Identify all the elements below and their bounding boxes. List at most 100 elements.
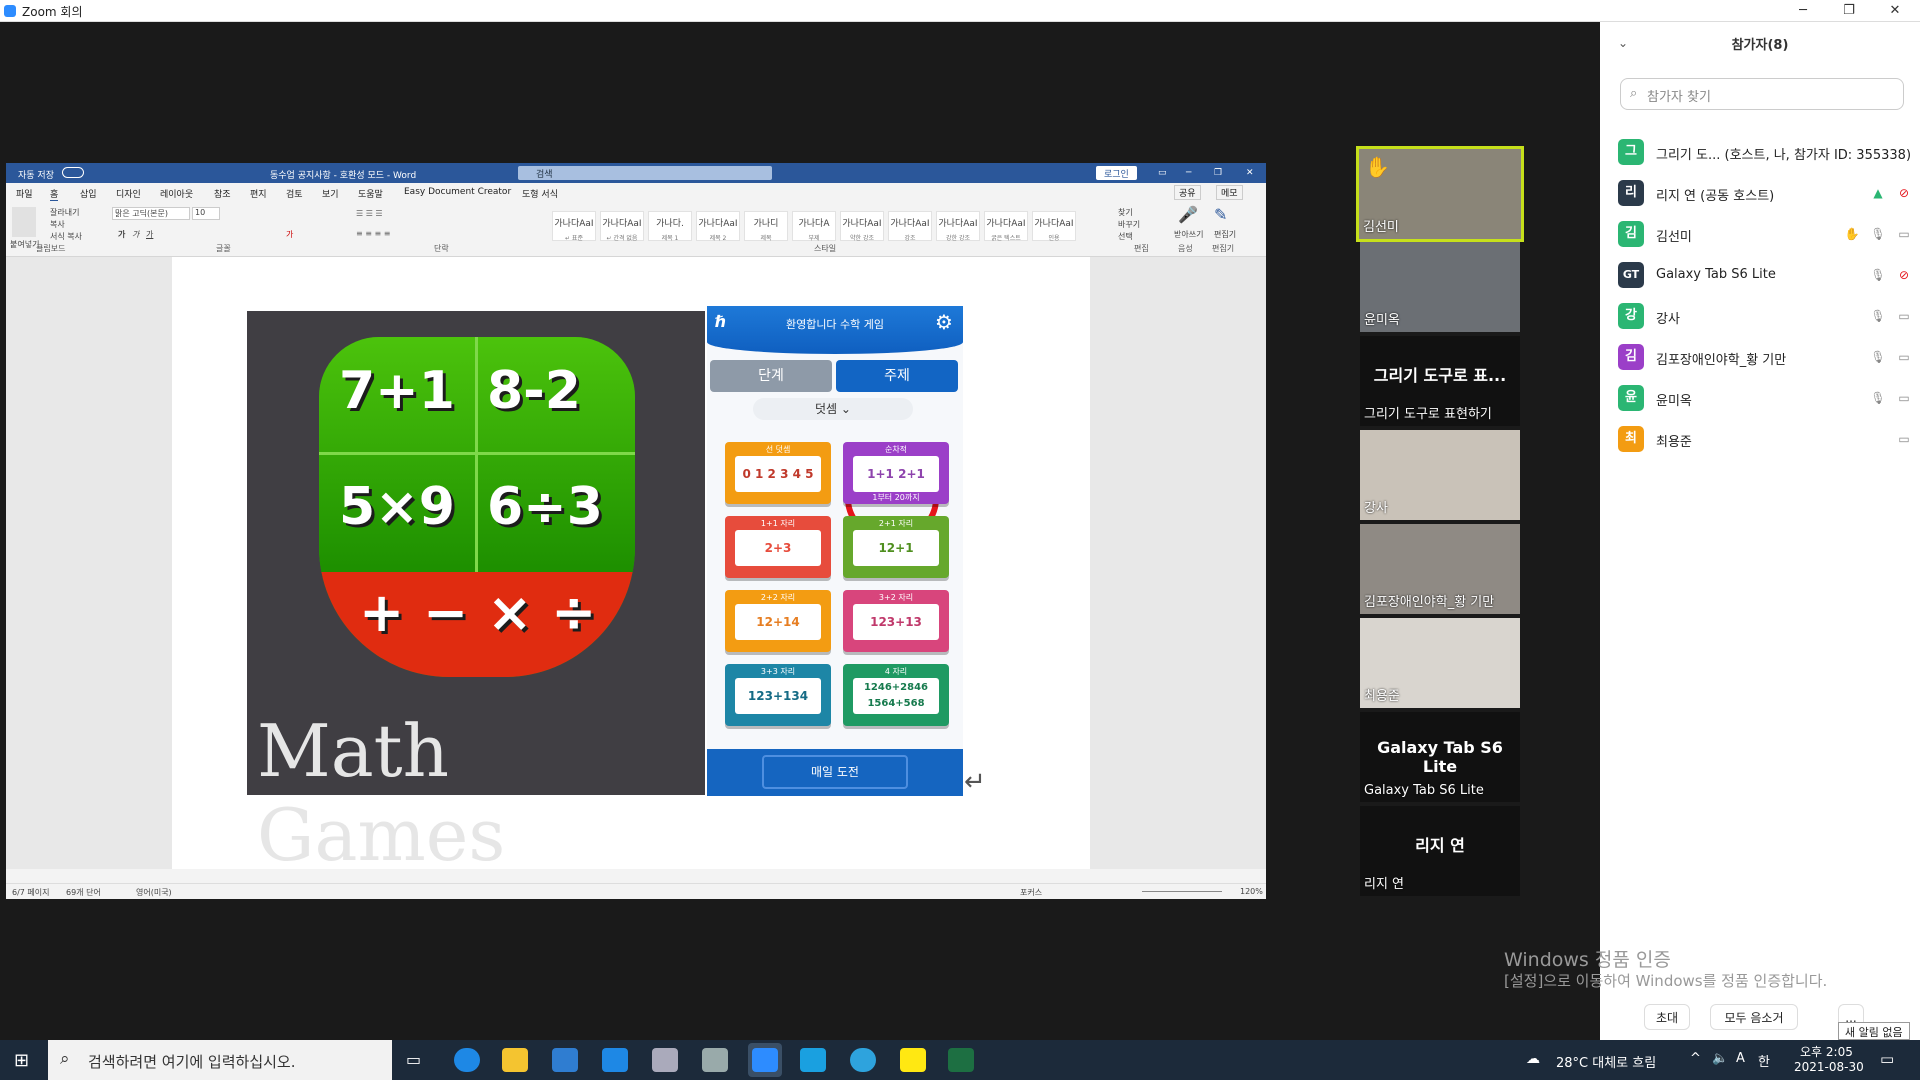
word-restore-button[interactable]: ❐ [1214, 168, 1222, 178]
tab-file[interactable]: 파일 [16, 187, 33, 200]
math-games-image[interactable]: 7+1 8-2 5×9 6÷3 + − × ÷ Math Games [247, 311, 705, 877]
style-item[interactable]: 가나다AaI 강조 [888, 211, 932, 242]
task-view-icon[interactable]: ▭ [406, 1050, 421, 1069]
app-icon[interactable] [702, 1048, 728, 1072]
video-off-icon[interactable]: ⊘ [1896, 267, 1912, 283]
tab-help[interactable]: 도움말 [358, 187, 383, 200]
replace-button[interactable]: 바꾸기 [1118, 219, 1140, 230]
participant-row[interactable]: 리 리지 연 (공동 호스트) ▲ ⊘ [1618, 173, 1918, 213]
kakaotalk-icon[interactable] [900, 1048, 926, 1072]
font-color-button[interactable]: 가 [286, 229, 293, 240]
cut-button[interactable]: 잘라내기 [50, 207, 79, 218]
font-size-select[interactable]: 10 [192, 207, 220, 220]
tab-references[interactable]: 참조 [214, 187, 231, 200]
app-icon[interactable] [652, 1048, 678, 1072]
restore-button[interactable]: ❐ [1826, 0, 1872, 22]
share-button[interactable]: 공유 [1174, 185, 1201, 200]
participant-search-input[interactable]: 참가자 찾기 [1620, 78, 1904, 110]
participant-row[interactable]: 김 김포장애인야학_황 기만 🎙 ▭ [1618, 337, 1918, 377]
edge-icon[interactable] [454, 1048, 480, 1072]
excel-icon[interactable] [948, 1048, 974, 1072]
tab-shape-format[interactable]: 도형 서식 [522, 187, 558, 200]
bullets-button[interactable]: ☰ ☰ ☰ [356, 209, 383, 218]
speaker-icon[interactable]: 🔈 [1712, 1051, 1728, 1066]
font-name-select[interactable]: 맑은 고딕(본문) [112, 207, 190, 220]
focus-button[interactable]: 포커스 [1020, 887, 1042, 898]
mic-icon[interactable]: 🎙 [1870, 226, 1886, 242]
style-item[interactable]: 가나다AaI 약한 강조 [840, 211, 884, 242]
video-off-icon[interactable]: ⊘ [1896, 185, 1912, 201]
participant-row[interactable]: 그 그리기 도... (호스트, 나, 참가자 ID: 355338) [1618, 132, 1918, 172]
style-item[interactable]: 가나다AaI ↵ 표준 [552, 211, 596, 242]
tab-layout[interactable]: 레이아웃 [160, 187, 193, 200]
mic-icon[interactable]: 🎙 [1870, 390, 1886, 406]
video-tile[interactable]: 강사 [1360, 430, 1520, 520]
video-tile[interactable]: ✋ 김선미 [1356, 146, 1524, 242]
mail-icon[interactable] [602, 1048, 628, 1072]
paste-icon[interactable] [12, 207, 36, 237]
mic-icon[interactable]: 🎙 [1870, 308, 1886, 324]
telegram-icon[interactable] [850, 1048, 876, 1072]
memo-button[interactable]: 메모 [1216, 185, 1243, 200]
hangul-indicator[interactable]: 한 [1758, 1051, 1770, 1070]
zoom-level[interactable]: 120% [1240, 887, 1263, 896]
style-item[interactable]: 가나다AaI 인용 [1032, 211, 1076, 242]
ime-indicator[interactable]: A [1736, 1051, 1745, 1066]
windows-start-icon[interactable]: ⊞ [14, 1050, 29, 1071]
tab-design[interactable]: 디자인 [116, 187, 141, 200]
participant-row[interactable]: 김 김선미 ✋ 🎙 ▭ [1618, 214, 1918, 254]
style-item[interactable]: 가나다. 제목 1 [648, 211, 692, 242]
video-icon[interactable]: ▭ [1896, 431, 1912, 447]
style-item[interactable]: 가나다AaI ↵ 간격 없음 [600, 211, 644, 242]
participant-row[interactable]: 윤 윤미옥 🎙 ▭ [1618, 378, 1918, 418]
underline-button[interactable]: 가 [146, 229, 153, 240]
style-item[interactable]: 가나다A 부제 [792, 211, 836, 242]
taskbar-search-input[interactable]: 검색하려면 여기에 입력하십시오. [48, 1040, 392, 1080]
word-search-box[interactable]: 검색 [518, 166, 772, 180]
video-tile[interactable]: 윤미옥 [1360, 242, 1520, 332]
app-icon[interactable] [800, 1048, 826, 1072]
video-tile[interactable]: 그리기 도구로 표... 그리기 도구로 표현하기 [1360, 336, 1520, 426]
video-icon[interactable]: ▭ [1896, 349, 1912, 365]
tab-home[interactable]: 홈 [50, 187, 59, 202]
video-icon[interactable]: ▭ [1896, 308, 1912, 324]
word-minimize-button[interactable]: ─ [1186, 168, 1191, 178]
participant-row[interactable]: 최 최용준 ▭ [1618, 419, 1918, 459]
zoom-slider[interactable] [1142, 891, 1222, 892]
close-button[interactable]: ✕ [1872, 0, 1918, 22]
store-icon[interactable] [552, 1048, 578, 1072]
tab-insert[interactable]: 삽입 [80, 187, 97, 200]
autosave-toggle[interactable] [62, 167, 84, 178]
find-button[interactable]: 찾기 [1118, 207, 1133, 218]
share-icon[interactable]: ▲ [1870, 185, 1886, 201]
raised-hand-icon[interactable]: ✋ [1844, 226, 1860, 242]
editor-icon[interactable]: ✎ [1214, 205, 1227, 224]
video-tile[interactable]: 최용준 [1360, 618, 1520, 708]
tab-review[interactable]: 검토 [286, 187, 303, 200]
style-item[interactable]: 가나디 제목 [744, 211, 788, 242]
style-item[interactable]: 가나다AaI 제목 2 [696, 211, 740, 242]
mute-all-button[interactable]: 모두 음소거 [1710, 1004, 1798, 1030]
document-page[interactable]: 7+1 8-2 5×9 6÷3 + − × ÷ Math Games ℏ 환영합… [172, 257, 1090, 877]
participant-row[interactable]: GT Galaxy Tab S6 Lite 🎙 ⊘ [1618, 255, 1918, 295]
format-painter-button[interactable]: 서식 복사 [50, 231, 82, 242]
tab-view[interactable]: 보기 [322, 187, 339, 200]
mic-icon[interactable]: 🎙 [1870, 267, 1886, 283]
video-tile[interactable]: 김포장애인야학_황 기만 [1360, 524, 1520, 614]
invite-button[interactable]: 초대 [1644, 1004, 1690, 1030]
app-screenshot[interactable]: ℏ 환영합니다 수학 게임 ⚙ 단계 주제 덧셈 ⌄ 매일 도전 선 덧셈 0 1… [707, 306, 963, 796]
file-explorer-icon[interactable] [502, 1048, 528, 1072]
video-icon[interactable]: ▭ [1896, 226, 1912, 242]
participant-row[interactable]: 강 강사 🎙 ▭ [1618, 296, 1918, 336]
weather-text[interactable]: 28°C 대체로 흐림 [1556, 1052, 1656, 1071]
tab-mailings[interactable]: 편지 [250, 187, 267, 200]
weather-icon[interactable]: ☁ [1526, 1051, 1540, 1067]
minimize-button[interactable]: ─ [1780, 0, 1826, 22]
video-tile[interactable]: 리지 연 리지 연 [1360, 806, 1520, 896]
chevron-up-icon[interactable]: ^ [1690, 1051, 1701, 1066]
style-item[interactable]: 가나다AaI 강한 강조 [936, 211, 980, 242]
dictate-mic-icon[interactable]: 🎤 [1178, 205, 1198, 224]
align-buttons[interactable]: ≡ ≡ ≡ ≡ [356, 229, 390, 238]
notification-icon[interactable]: ▭ [1880, 1050, 1894, 1068]
ribbon-display-icon[interactable]: ▭ [1158, 168, 1167, 178]
